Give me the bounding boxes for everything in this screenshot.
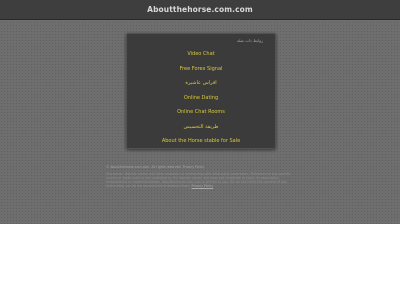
related-link-online-dating[interactable]: Online Dating (184, 95, 218, 101)
related-links-list: Video Chat Free Forex Signal افراس عاشير… (127, 43, 275, 145)
related-link-item: Free Forex Signal (127, 58, 275, 73)
disclaimer-text: Disclaimer: Domain owner and Sedo mainta… (106, 172, 296, 188)
related-link-item: About the Horse stable for Sale (127, 130, 275, 145)
related-link-item: افراس عاشيرة (127, 72, 275, 87)
related-link-item: Video Chat (127, 43, 275, 58)
related-links-panel: روابط ذات صلة Video Chat Free Forex Sign… (126, 33, 276, 149)
related-link-item: Online Chat Rooms (127, 101, 275, 116)
page-background: Aboutthehorse.com.com روابط ذات صلة Vide… (0, 0, 400, 224)
footer-disclaimer: © Aboutthehorse.com.com. All rights rese… (106, 165, 296, 188)
site-title: Aboutthehorse.com.com (147, 5, 253, 14)
copyright-line: © Aboutthehorse.com.com. All rights rese… (106, 165, 205, 169)
top-bar: Aboutthehorse.com.com (0, 0, 400, 20)
related-link-arabic-slimming[interactable]: طريقة التخسيس (184, 124, 219, 130)
privacy-policy-link[interactable]: Privacy Policy (192, 184, 214, 188)
related-link-arabic-horses[interactable]: افراس عاشيرة (185, 80, 216, 86)
related-link-video-chat[interactable]: Video Chat (187, 51, 214, 57)
related-link-item: طريقة التخسيس (127, 116, 275, 131)
related-link-online-chat-rooms[interactable]: Online Chat Rooms (177, 109, 225, 115)
related-link-free-forex-signal[interactable]: Free Forex Signal (180, 66, 223, 72)
related-link-item: Online Dating (127, 87, 275, 102)
related-link-horse-stable-for-sale[interactable]: About the Horse stable for Sale (162, 138, 240, 144)
